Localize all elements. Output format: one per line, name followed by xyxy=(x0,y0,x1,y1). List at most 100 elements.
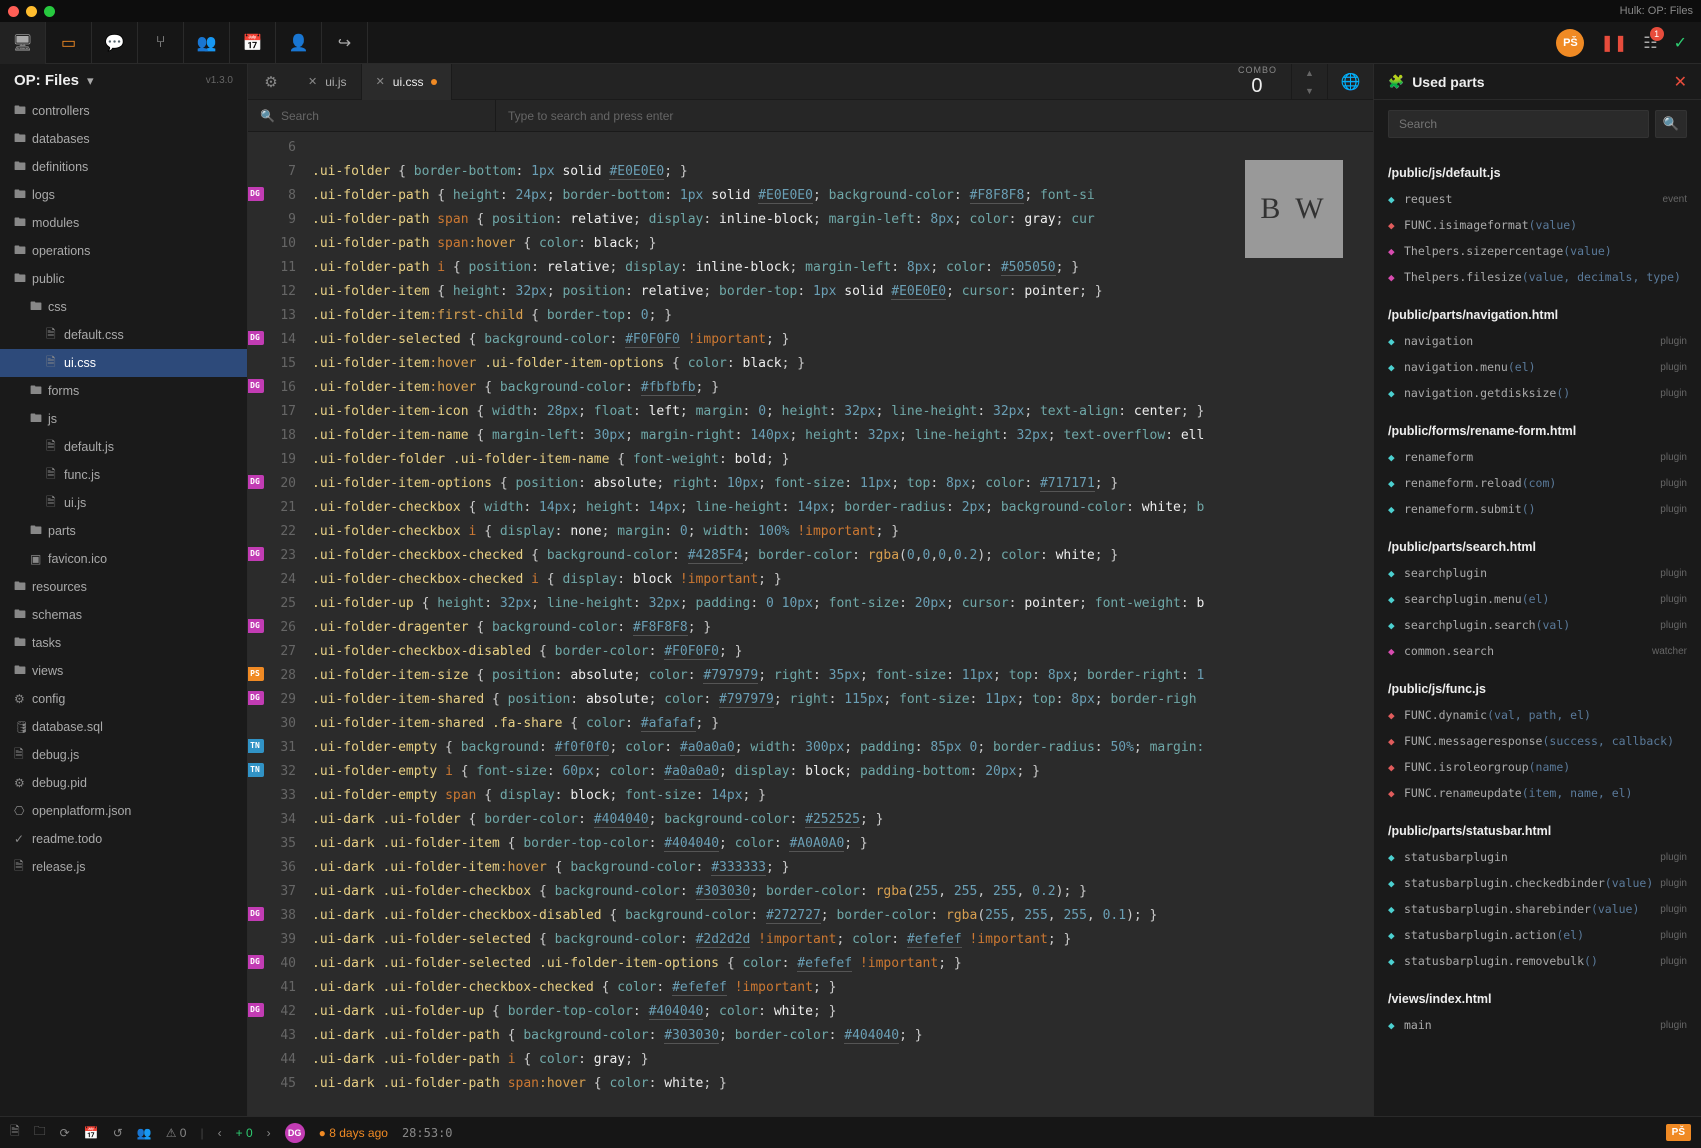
parts-search-button[interactable]: 🔍 xyxy=(1655,110,1687,138)
sb-calendar-icon[interactable]: 📅 xyxy=(84,1126,99,1140)
tree-item-modules[interactable]: 🖿modules xyxy=(0,209,247,237)
code-content[interactable]: .ui-folder { border-bottom: 1px solid #E… xyxy=(304,132,1373,1116)
group-header[interactable]: /public/forms/rename-form.html xyxy=(1388,418,1687,444)
pause-icon[interactable]: ❚❚ xyxy=(1600,33,1627,53)
parts-row[interactable]: ◆FUNC.messageresponse(success, callback) xyxy=(1388,728,1687,754)
tool-monitor-icon[interactable]: 🖥 xyxy=(0,22,46,64)
editor-search[interactable]: 🔍 Search xyxy=(248,100,496,131)
tool-adduser-icon[interactable]: 👤 xyxy=(276,22,322,64)
group-header[interactable]: /public/parts/navigation.html xyxy=(1388,302,1687,328)
close-tab-icon[interactable]: ✕ xyxy=(376,75,385,88)
group-header[interactable]: /public/parts/search.html xyxy=(1388,534,1687,560)
parts-row[interactable]: ◆navigation.getdisksize()plugin xyxy=(1388,380,1687,406)
tree-item-config[interactable]: ⚙config xyxy=(0,685,247,713)
parts-row[interactable]: ◆FUNC.isimageformat(value) xyxy=(1388,212,1687,238)
parts-row[interactable]: ◆Thelpers.filesize(value, decimals, type… xyxy=(1388,264,1687,290)
sb-avatar[interactable]: DG xyxy=(285,1123,305,1143)
tree-item-public[interactable]: 🖿public xyxy=(0,265,247,293)
parts-row[interactable]: ◆statusbarplugin.removebulk()plugin xyxy=(1388,948,1687,974)
sb-user-pill[interactable]: PŠ xyxy=(1666,1124,1691,1141)
check-icon[interactable]: ✓ xyxy=(1674,33,1687,53)
tree-item-js[interactable]: 🖿js xyxy=(0,405,247,433)
tree-item-forms[interactable]: 🖿forms xyxy=(0,377,247,405)
tool-chat-icon[interactable]: 💬 xyxy=(92,22,138,64)
tab-ui-css[interactable]: ✕ui.css xyxy=(362,64,453,100)
tree-item-controllers[interactable]: 🖿controllers xyxy=(0,97,247,125)
tree-item-tasks[interactable]: 🖿tasks xyxy=(0,629,247,657)
tasks-icon[interactable]: ☷1 xyxy=(1643,33,1657,53)
parts-row[interactable]: ◆renameform.reload(com)plugin xyxy=(1388,470,1687,496)
tree-item-schemas[interactable]: 🖿schemas xyxy=(0,601,247,629)
settings-icon[interactable]: ⚙ xyxy=(248,73,294,91)
parts-row[interactable]: ◆mainplugin xyxy=(1388,1012,1687,1038)
sb-folder-icon[interactable]: 🗀 xyxy=(34,1122,46,1143)
parts-row[interactable]: ◆Thelpers.sizepercentage(value) xyxy=(1388,238,1687,264)
tool-users-icon[interactable]: 👥 xyxy=(184,22,230,64)
globe-icon[interactable]: 🌐 xyxy=(1327,64,1373,100)
tree-item-definitions[interactable]: 🖿definitions xyxy=(0,153,247,181)
tree-item-openplatform-json[interactable]: ⎔openplatform.json xyxy=(0,797,247,825)
group-header[interactable]: /public/js/default.js xyxy=(1388,160,1687,186)
parts-row[interactable]: ◆requestevent xyxy=(1388,186,1687,212)
tree-item-debug-pid[interactable]: ⚙debug.pid xyxy=(0,769,247,797)
tree-item-databases[interactable]: 🖿databases xyxy=(0,125,247,153)
sb-file-icon[interactable]: 🗎 xyxy=(10,1122,20,1143)
tree-item-ui-js[interactable]: 🗎ui.js xyxy=(0,489,247,517)
group-header[interactable]: /views/index.html xyxy=(1388,986,1687,1012)
parts-row[interactable]: ◆statusbarplugin.sharebinder(value)plugi… xyxy=(1388,896,1687,922)
sb-next[interactable]: › xyxy=(267,1126,271,1140)
group-header[interactable]: /public/js/func.js xyxy=(1388,676,1687,702)
sb-plus[interactable]: + 0 xyxy=(236,1126,253,1140)
tool-branch-icon[interactable]: ⑂ xyxy=(138,22,184,64)
tool-calendar-icon[interactable]: 📅 xyxy=(230,22,276,64)
project-dropdown-icon[interactable]: ▾ xyxy=(87,73,94,89)
close-tab-icon[interactable]: ✕ xyxy=(308,75,317,88)
sb-prev[interactable]: ‹ xyxy=(218,1126,222,1140)
sb-warnings[interactable]: ⚠ 0 xyxy=(166,1126,187,1140)
parts-row[interactable]: ◆FUNC.isroleorgroup(name) xyxy=(1388,754,1687,780)
sb-history-icon[interactable]: ↺ xyxy=(113,1126,123,1140)
tree-item-readme-todo[interactable]: ✓readme.todo xyxy=(0,825,247,853)
tree-item-database-sql[interactable]: 🛢database.sql xyxy=(0,713,247,741)
parts-row[interactable]: ◆common.searchwatcher xyxy=(1388,638,1687,664)
close-window[interactable] xyxy=(8,6,19,17)
parts-row[interactable]: ◆statusbarpluginplugin xyxy=(1388,844,1687,870)
parts-row[interactable]: ◆navigationplugin xyxy=(1388,328,1687,354)
parts-search-input[interactable] xyxy=(1388,110,1649,138)
tree-item-resources[interactable]: 🖿resources xyxy=(0,573,247,601)
parts-row[interactable]: ◆FUNC.renameupdate(item, name, el) xyxy=(1388,780,1687,806)
tree-item-logs[interactable]: 🖿logs xyxy=(0,181,247,209)
nav-arrows[interactable]: ▲▼ xyxy=(1291,64,1327,100)
tree-item-favicon-ico[interactable]: ▣favicon.ico xyxy=(0,545,247,573)
tab-ui-js[interactable]: ✕ui.js xyxy=(294,64,362,100)
tree-item-release-js[interactable]: 🗎release.js xyxy=(0,853,247,881)
parts-row[interactable]: ◆statusbarplugin.action(el)plugin xyxy=(1388,922,1687,948)
parts-row[interactable]: ◆searchplugin.menu(el)plugin xyxy=(1388,586,1687,612)
minimize-window[interactable] xyxy=(26,6,37,17)
parts-row[interactable]: ◆statusbarplugin.checkedbinder(value)plu… xyxy=(1388,870,1687,896)
parts-row[interactable]: ◆FUNC.dynamic(val, path, el) xyxy=(1388,702,1687,728)
tool-book-icon[interactable]: ▭ xyxy=(46,22,92,64)
tree-item-debug-js[interactable]: 🗎debug.js xyxy=(0,741,247,769)
tree-item-css[interactable]: 🖿css xyxy=(0,293,247,321)
tree-item-func-js[interactable]: 🗎func.js xyxy=(0,461,247,489)
sb-users-icon[interactable]: 👥 xyxy=(137,1126,152,1140)
parts-row[interactable]: ◆searchplugin.search(val)plugin xyxy=(1388,612,1687,638)
tree-item-views[interactable]: 🖿views xyxy=(0,657,247,685)
parts-row[interactable]: ◆renameformplugin xyxy=(1388,444,1687,470)
parts-row[interactable]: ◆navigation.menu(el)plugin xyxy=(1388,354,1687,380)
parts-row[interactable]: ◆renameform.submit()plugin xyxy=(1388,496,1687,522)
tool-logout-icon[interactable]: ↪ xyxy=(322,22,368,64)
tree-item-default-css[interactable]: 🗎default.css xyxy=(0,321,247,349)
close-panel-icon[interactable]: ✕ xyxy=(1674,72,1687,92)
parts-row[interactable]: ◆searchpluginplugin xyxy=(1388,560,1687,586)
avatar[interactable]: PŠ xyxy=(1556,29,1584,57)
group-header[interactable]: /public/parts/statusbar.html xyxy=(1388,818,1687,844)
tree-item-operations[interactable]: 🖿operations xyxy=(0,237,247,265)
editor-type-search[interactable]: Type to search and press enter xyxy=(496,100,1373,131)
sb-refresh-icon[interactable]: ⟳ xyxy=(60,1126,70,1140)
maximize-window[interactable] xyxy=(44,6,55,17)
tree-item-parts[interactable]: 🖿parts xyxy=(0,517,247,545)
tree-item-ui-css[interactable]: 🗎ui.css xyxy=(0,349,247,377)
tree-item-default-js[interactable]: 🗎default.js xyxy=(0,433,247,461)
